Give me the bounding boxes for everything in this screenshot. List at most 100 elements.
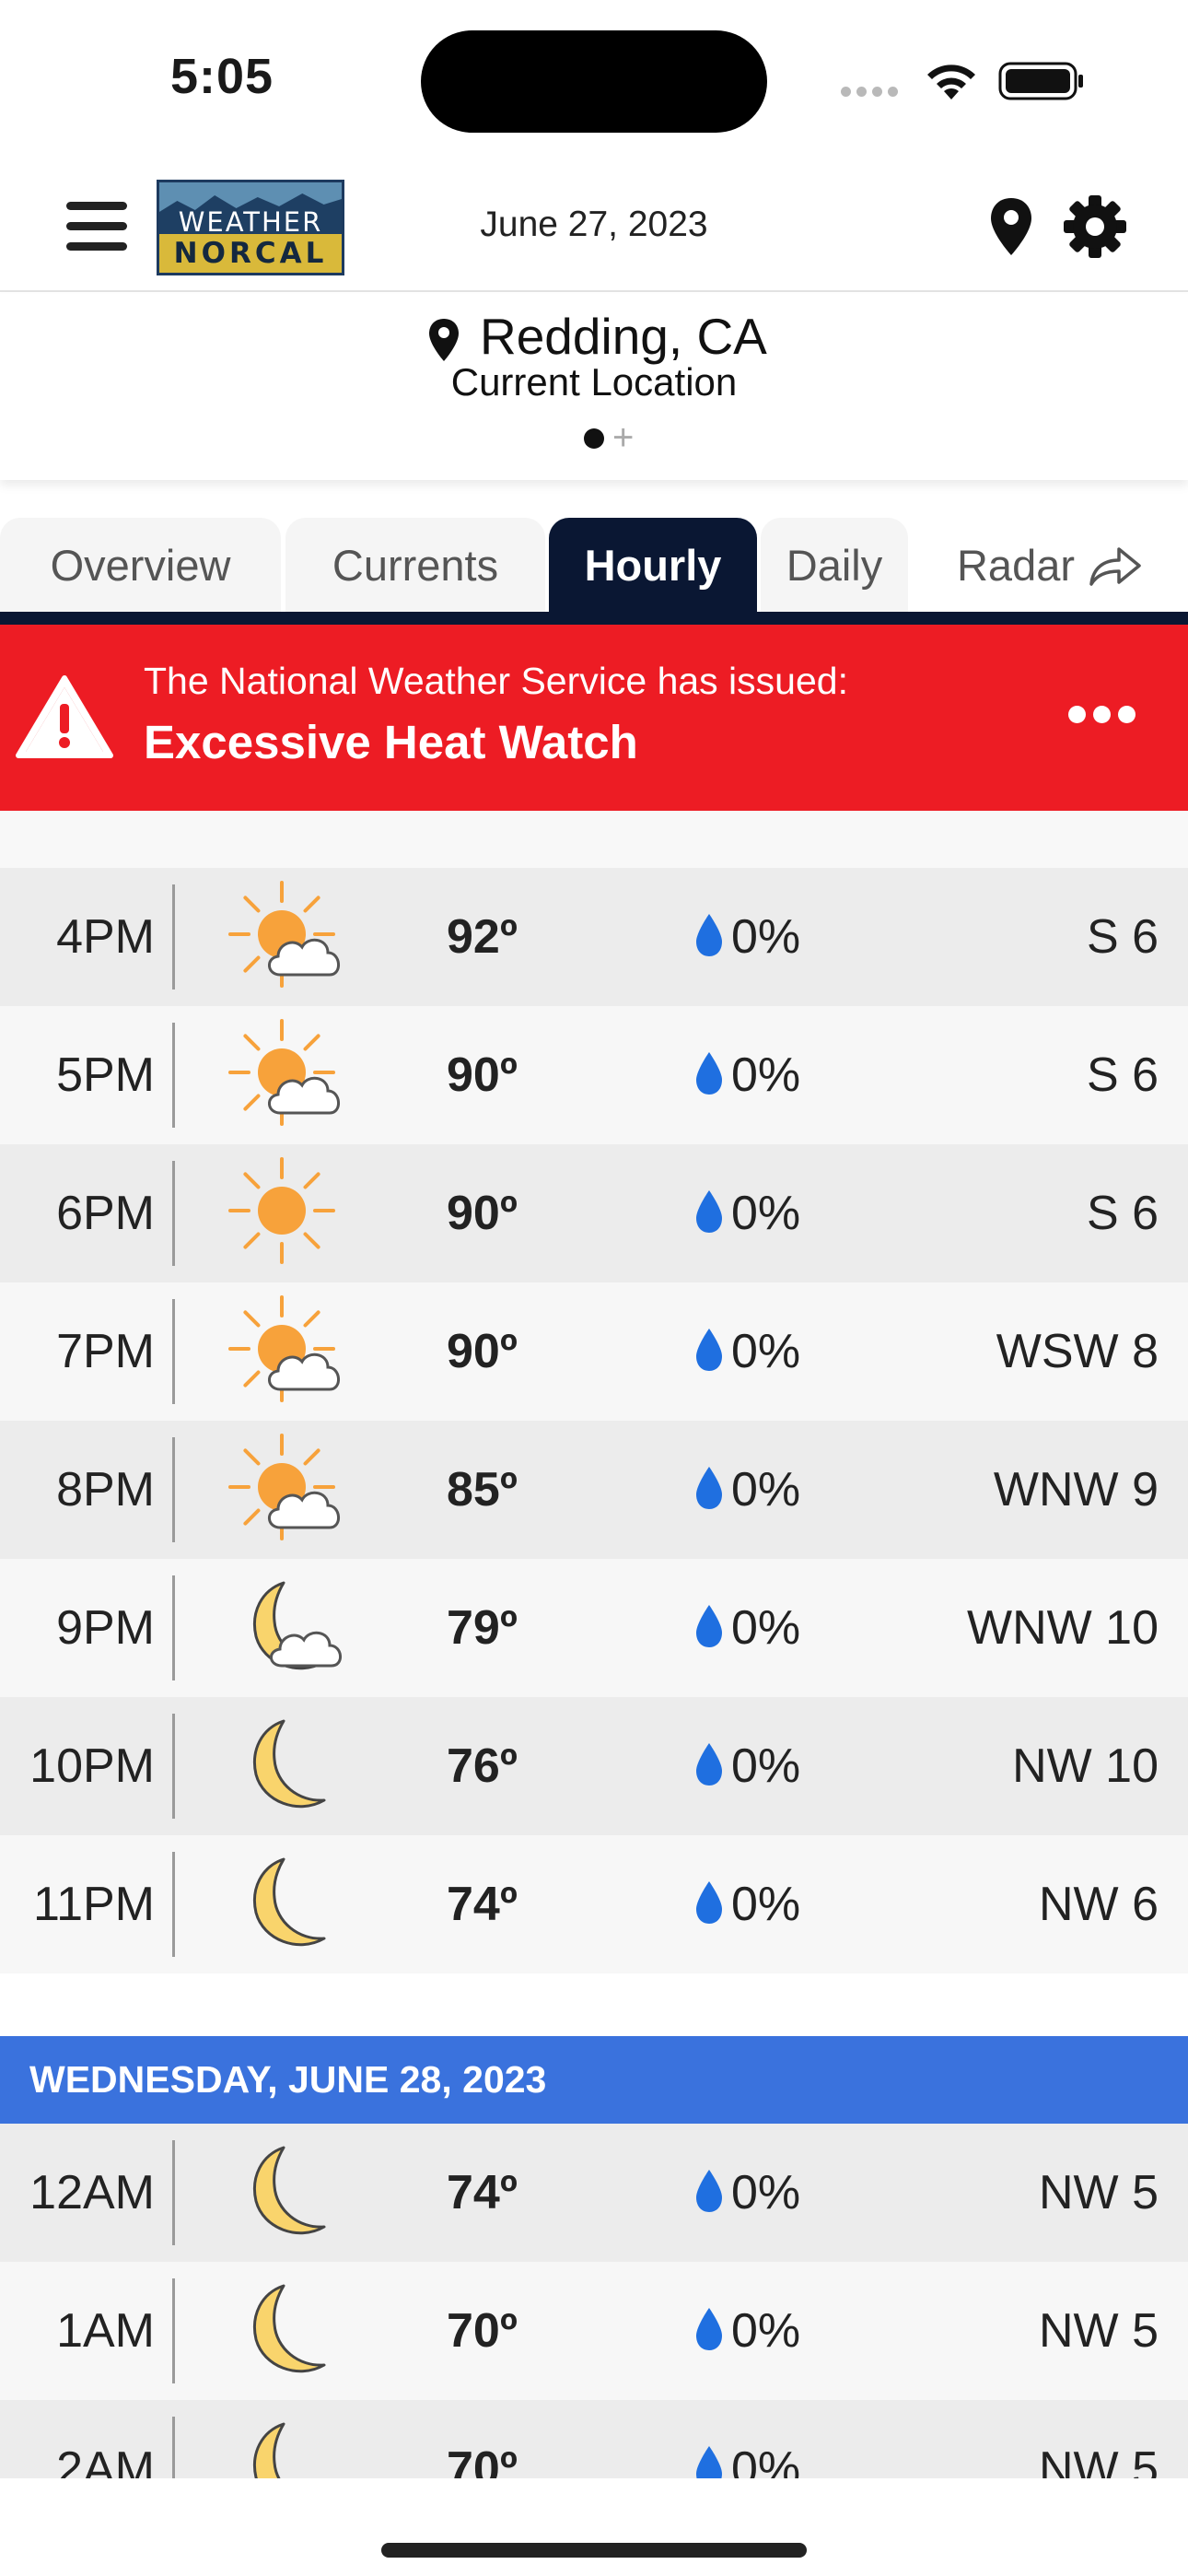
tab-hourly[interactable]: Hourly [549, 518, 757, 612]
hour-time: 4PM [56, 910, 155, 964]
wind: S 6 [1086, 910, 1159, 964]
precip-chance: 0% [731, 2304, 801, 2358]
hour-time: 11PM [33, 1878, 155, 1931]
row-divider [172, 1299, 175, 1404]
hourly-row[interactable]: 6PM 90º 0% S 6 [0, 1144, 1188, 1282]
hour-time: 1AM [56, 2304, 155, 2358]
raindrop-icon [694, 1327, 724, 1373]
hour-time: 5PM [56, 1048, 155, 1102]
hour-temperature: 79º [447, 1601, 518, 1655]
location-pin-icon [429, 319, 459, 361]
raindrop-icon [694, 1741, 724, 1787]
spacer [0, 811, 1188, 868]
home-indicator[interactable] [381, 2543, 807, 2558]
home-indicator-area [0, 2478, 1188, 2576]
tab-overview[interactable]: Overview [0, 518, 281, 612]
hourly-list-next-day: 12AM 74º 0% NW 5 1AM 70º 0% NW 5 2AM 70º 0% NW 5 [0, 2124, 1188, 2538]
raindrop-icon [694, 1050, 724, 1096]
hour-temperature: 90º [447, 1325, 518, 1378]
precip-chance: 0% [731, 1463, 801, 1516]
tab-underline [0, 612, 1188, 625]
row-divider [172, 1714, 175, 1819]
precip-chance: 0% [731, 1325, 801, 1378]
more-options-icon[interactable] [1068, 706, 1146, 724]
day-header: WEDNESDAY, JUNE 28, 2023 [0, 2036, 1188, 2124]
row-divider [172, 1437, 175, 1542]
hour-temperature: 90º [447, 1187, 518, 1240]
raindrop-icon [694, 2168, 724, 2214]
tab-currents[interactable]: Currents [285, 518, 545, 612]
hour-time: 10PM [29, 1739, 155, 1793]
wind: WSW 8 [996, 1325, 1159, 1378]
partly-cloudy-day-icon [228, 1432, 352, 1548]
raindrop-icon [694, 912, 724, 958]
add-location-icon[interactable]: + [612, 419, 634, 456]
precip-chance: 0% [731, 1187, 801, 1240]
precip-chance: 0% [731, 1048, 801, 1102]
row-divider [172, 2140, 175, 2245]
hour-temperature: 90º [447, 1048, 518, 1102]
location-city: Redding, CA [480, 308, 767, 365]
hourly-row[interactable]: 12AM 74º 0% NW 5 [0, 2124, 1188, 2262]
weather-norcal-logo: WEATHER NORCAL [157, 180, 344, 275]
raindrop-icon [694, 1465, 724, 1511]
spacer [0, 1973, 1188, 2036]
precip-chance: 0% [731, 2166, 801, 2219]
hourly-row[interactable]: 4PM 92º 0% S 6 [0, 868, 1188, 1006]
partly-cloudy-day-icon [228, 879, 352, 995]
hourly-row[interactable]: 8PM 85º 0% WNW 9 [0, 1421, 1188, 1559]
hourly-row[interactable]: 9PM 79º 0% WNW 10 [0, 1559, 1188, 1697]
page-indicator-dot [584, 428, 604, 449]
hourly-row[interactable]: 7PM 90º 0% WSW 8 [0, 1282, 1188, 1421]
raindrop-icon [694, 1879, 724, 1926]
hourly-row[interactable]: 1AM 70º 0% NW 5 [0, 2262, 1188, 2400]
hour-time: 12AM [29, 2166, 155, 2219]
moon-icon [228, 1708, 352, 1824]
location-subtitle: Current Location [450, 360, 738, 404]
wind: WNW 10 [967, 1601, 1159, 1655]
partly-cloudy-day-icon [228, 1017, 352, 1133]
precip-chance: 0% [731, 910, 801, 964]
raindrop-icon [694, 1188, 724, 1235]
hour-temperature: 74º [447, 1878, 518, 1931]
partly-cloudy-night-icon [228, 1570, 352, 1686]
precip-chance: 0% [731, 1601, 801, 1655]
wind: NW 6 [1039, 1878, 1159, 1931]
menu-icon[interactable] [66, 202, 127, 253]
location-pin-icon[interactable] [984, 196, 1039, 257]
partly-cloudy-day-icon [228, 1294, 352, 1410]
status-bar: 5:05 [0, 0, 1188, 161]
wind: NW 5 [1039, 2304, 1159, 2358]
hour-time: 7PM [56, 1325, 155, 1378]
location-panel[interactable]: Redding, CA Current Location + [0, 294, 1188, 480]
raindrop-icon [694, 2306, 724, 2352]
wifi-icon [927, 64, 975, 100]
warning-icon [16, 675, 113, 758]
wind: WNW 9 [993, 1463, 1159, 1516]
hour-time: 9PM [56, 1601, 155, 1655]
row-divider [172, 1852, 175, 1957]
hourly-row[interactable]: 10PM 76º 0% NW 10 [0, 1697, 1188, 1835]
tab-daily[interactable]: Daily [761, 518, 908, 612]
hourly-row[interactable]: 11PM 74º 0% NW 6 [0, 1835, 1188, 1973]
wind: S 6 [1086, 1187, 1159, 1240]
moon-icon [228, 2135, 352, 2251]
row-divider [172, 2278, 175, 2383]
wind: S 6 [1086, 1048, 1159, 1102]
precip-chance: 0% [731, 1739, 801, 1793]
gear-icon[interactable] [1062, 193, 1128, 260]
status-time: 5:05 [170, 49, 274, 104]
hourly-row[interactable]: 5PM 90º 0% S 6 [0, 1006, 1188, 1144]
hour-temperature: 76º [447, 1739, 518, 1793]
hour-time: 6PM [56, 1187, 155, 1240]
precip-chance: 0% [731, 1878, 801, 1931]
moon-icon [228, 1846, 352, 1962]
cellular-signal-icon [841, 85, 905, 98]
tab-radar[interactable]: Radar [912, 518, 1188, 612]
weather-alert-banner[interactable]: The National Weather Service has issued:… [0, 625, 1188, 811]
battery-icon [998, 62, 1083, 100]
wind: NW 5 [1039, 2166, 1159, 2219]
row-divider [172, 1023, 175, 1128]
row-divider [172, 884, 175, 989]
wind: NW 10 [1012, 1739, 1159, 1793]
